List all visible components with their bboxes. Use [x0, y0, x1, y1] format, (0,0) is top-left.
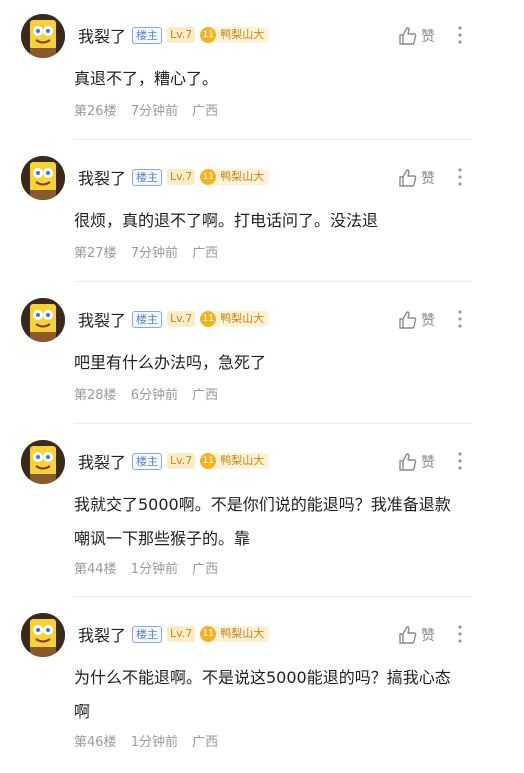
- avatar[interactable]: [21, 298, 65, 342]
- avatar[interactable]: [21, 440, 65, 484]
- username[interactable]: 我裂了: [78, 449, 126, 473]
- user-info-row: 我裂了 楼主 Lv.7 11 鸭梨山大: [78, 622, 270, 646]
- like-label: 赞: [421, 29, 435, 45]
- thumbs-up-icon: [399, 311, 417, 329]
- comment-line: 啊: [74, 702, 91, 721]
- username[interactable]: 我裂了: [78, 165, 126, 189]
- level-badge: Lv.7: [167, 453, 196, 469]
- more-options-icon[interactable]: [454, 623, 466, 645]
- level-badge: Lv.7: [167, 27, 196, 43]
- more-options-icon[interactable]: [454, 24, 466, 46]
- like-button[interactable]: 赞: [398, 310, 435, 330]
- fan-badge: 鸭梨山大: [210, 311, 270, 327]
- fan-badge: 鸭梨山大: [210, 27, 270, 43]
- post-time: 6分钟前: [130, 388, 178, 403]
- thumbs-up-icon: [399, 169, 417, 187]
- comment-text: 真退不了，糟心了。: [74, 62, 484, 96]
- username[interactable]: 我裂了: [78, 622, 126, 646]
- op-badge: 楼主: [132, 168, 163, 186]
- more-options-icon[interactable]: [454, 166, 466, 188]
- thumbs-up-icon: [399, 626, 417, 644]
- floor-number: 第28楼: [74, 388, 117, 403]
- fan-badge: 鸭梨山大: [210, 626, 270, 642]
- comment-line: 很烦，真的退不了啊。打电话问了。没法退: [74, 211, 379, 230]
- post-time: 1分钟前: [130, 735, 178, 750]
- comment-line: 吧里有什么办法吗，急死了: [74, 353, 267, 372]
- thumbs-up-icon: [399, 453, 417, 471]
- comment-line: 我就交了5000啊。不是你们说的能退吗？我准备退款: [74, 495, 451, 514]
- post-time: 1分钟前: [130, 562, 178, 577]
- divider: [74, 596, 472, 597]
- post-time: 7分钟前: [130, 246, 178, 261]
- op-badge: 楼主: [132, 625, 163, 643]
- like-button[interactable]: 赞: [398, 452, 435, 472]
- divider: [74, 139, 472, 140]
- like-button[interactable]: 赞: [398, 625, 435, 645]
- op-badge: 楼主: [132, 452, 163, 470]
- comment-text: 很烦，真的退不了啊。打电话问了。没法退: [74, 204, 484, 238]
- comment-line: 真退不了，糟心了。: [74, 69, 219, 88]
- like-label: 赞: [421, 171, 435, 187]
- more-options-icon[interactable]: [454, 450, 466, 472]
- like-label: 赞: [421, 313, 435, 329]
- op-badge: 楼主: [132, 26, 163, 44]
- like-label: 赞: [421, 628, 435, 644]
- username[interactable]: 我裂了: [78, 23, 126, 47]
- comment-text: 吧里有什么办法吗，急死了: [74, 346, 484, 380]
- comment-text: 我就交了5000啊。不是你们说的能退吗？我准备退款 嘲讽一下那些猴子的。靠: [74, 488, 484, 556]
- ip-location: 广西: [192, 562, 219, 577]
- comment-meta: 第44楼 1分钟前 广西: [74, 558, 228, 577]
- level-badge: Lv.7: [167, 626, 196, 642]
- level-badge: Lv.7: [167, 169, 196, 185]
- ip-location: 广西: [192, 388, 219, 403]
- avatar[interactable]: [21, 613, 65, 657]
- comment-line: 嘲讽一下那些猴子的。靠: [74, 529, 251, 548]
- comment-meta: 第46楼 1分钟前 广西: [74, 731, 228, 750]
- like-button[interactable]: 赞: [398, 26, 435, 46]
- comment-meta: 第26楼 7分钟前 广西: [74, 100, 228, 119]
- thumbs-up-icon: [399, 27, 417, 45]
- avatar[interactable]: [21, 156, 65, 200]
- user-info-row: 我裂了 楼主 Lv.7 11 鸭梨山大: [78, 165, 270, 189]
- user-info-row: 我裂了 楼主 Lv.7 11 鸭梨山大: [78, 23, 270, 47]
- floor-number: 第27楼: [74, 246, 117, 261]
- more-options-icon[interactable]: [454, 308, 466, 330]
- fan-badge: 鸭梨山大: [210, 453, 270, 469]
- like-button[interactable]: 赞: [398, 168, 435, 188]
- floor-number: 第26楼: [74, 104, 117, 119]
- divider: [74, 423, 472, 424]
- comment-meta: 第27楼 7分钟前 广西: [74, 242, 228, 261]
- username[interactable]: 我裂了: [78, 307, 126, 331]
- fan-badge: 鸭梨山大: [210, 169, 270, 185]
- floor-number: 第46楼: [74, 735, 117, 750]
- ip-location: 广西: [192, 246, 219, 261]
- level-badge: Lv.7: [167, 311, 196, 327]
- ip-location: 广西: [192, 735, 219, 750]
- user-info-row: 我裂了 楼主 Lv.7 11 鸭梨山大: [78, 449, 270, 473]
- avatar[interactable]: [21, 14, 65, 58]
- like-label: 赞: [421, 455, 435, 471]
- user-info-row: 我裂了 楼主 Lv.7 11 鸭梨山大: [78, 307, 270, 331]
- floor-number: 第44楼: [74, 562, 117, 577]
- ip-location: 广西: [192, 104, 219, 119]
- op-badge: 楼主: [132, 310, 163, 328]
- divider: [74, 281, 472, 282]
- post-time: 7分钟前: [130, 104, 178, 119]
- comment-text: 为什么不能退啊。不是说这5000能退的吗？搞我心态 啊: [74, 661, 484, 729]
- comment-meta: 第28楼 6分钟前 广西: [74, 384, 228, 403]
- comment-line: 为什么不能退啊。不是说这5000能退的吗？搞我心态: [74, 668, 451, 687]
